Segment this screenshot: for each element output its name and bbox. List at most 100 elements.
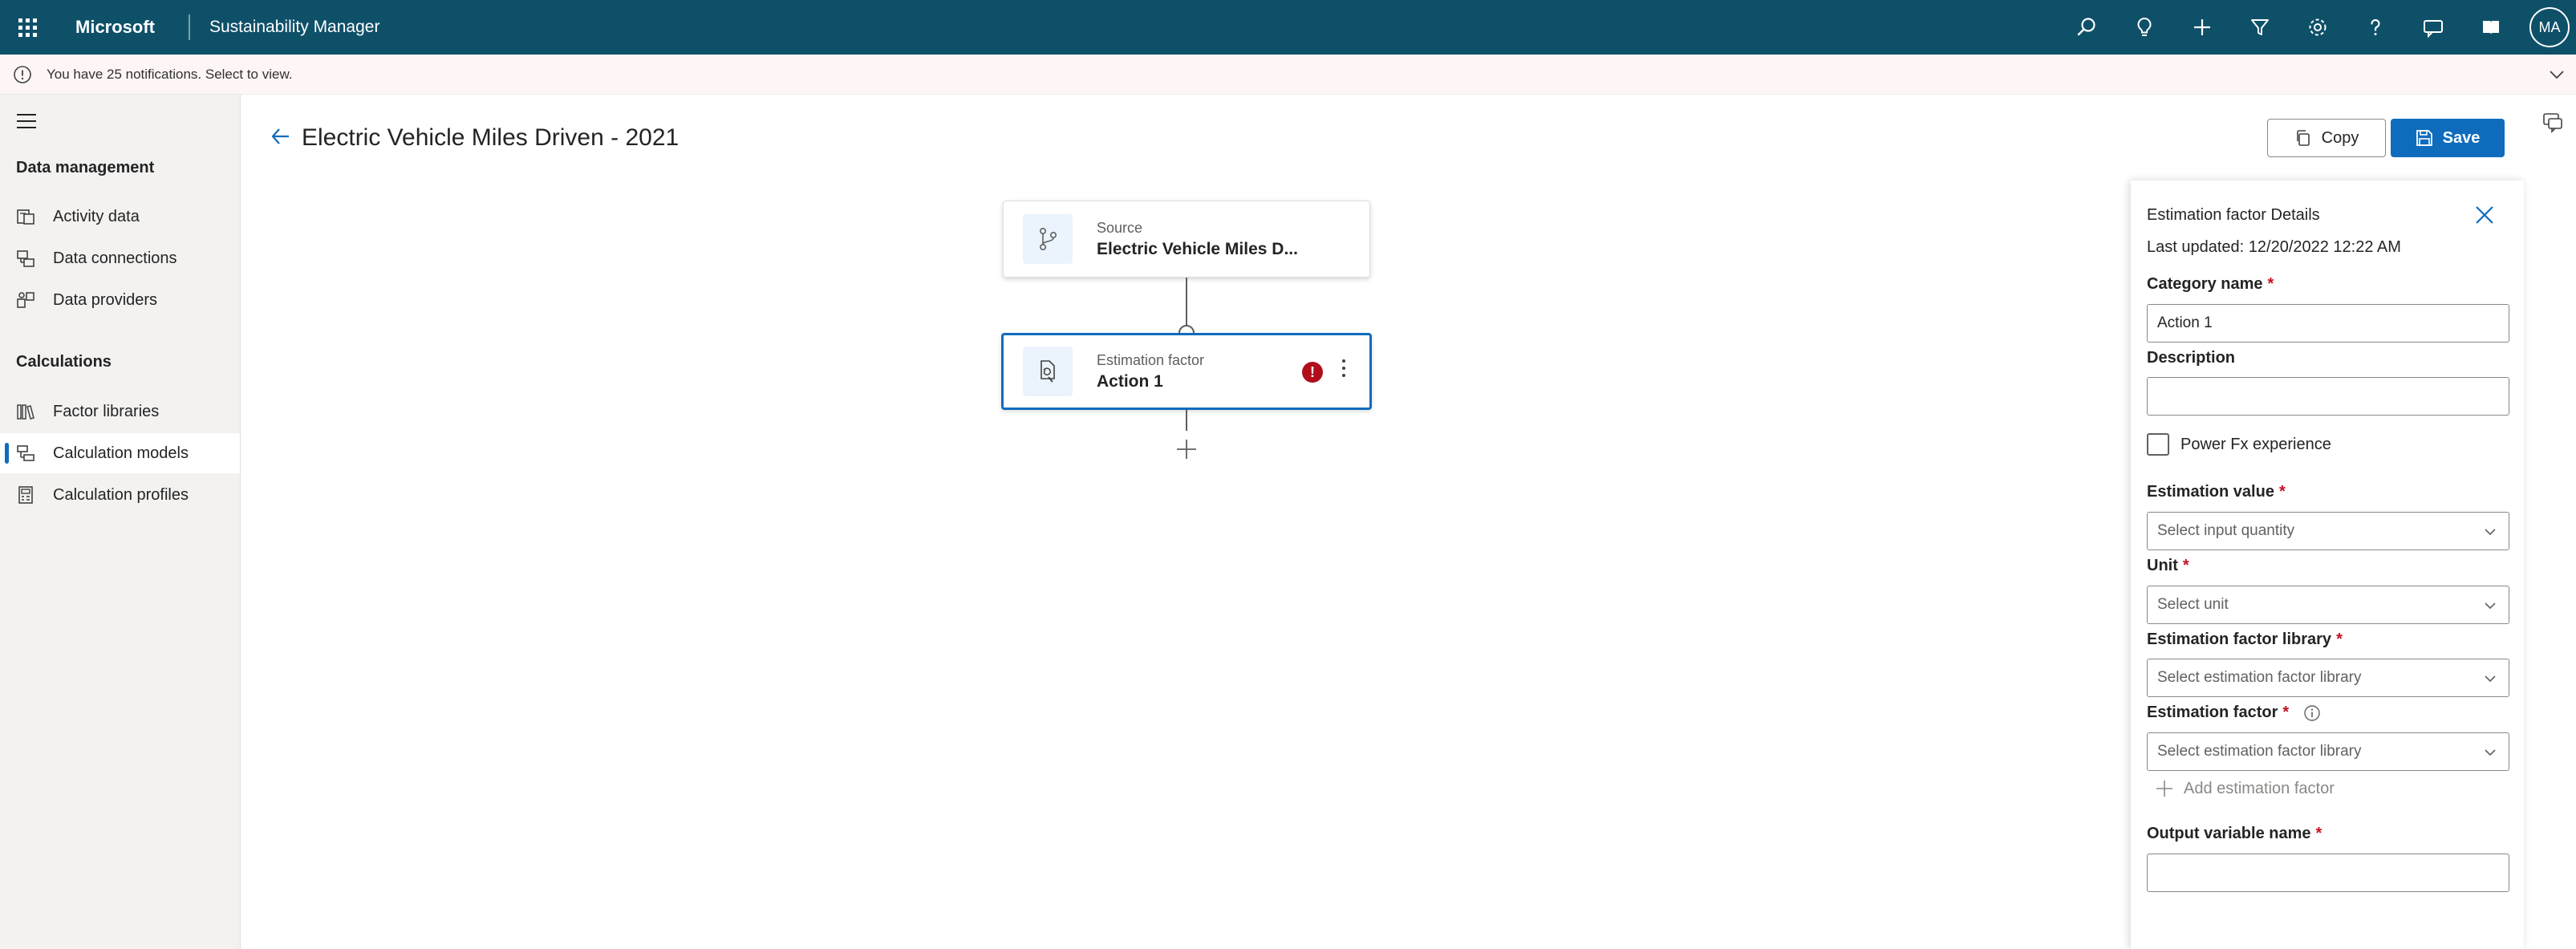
- info-icon[interactable]: [2303, 704, 2321, 722]
- sidebar-item-calculation-profiles[interactable]: Calculation profiles: [0, 475, 240, 515]
- back-arrow-icon[interactable]: [270, 125, 292, 152]
- chevron-down-icon: [2485, 675, 2496, 683]
- chevron-down-icon: [2485, 602, 2496, 610]
- app-launcher-button[interactable]: [0, 0, 55, 55]
- panel-title: Estimation factor Details: [2147, 206, 2320, 224]
- help-icon: [2371, 18, 2380, 35]
- calculation-profile-icon: [16, 485, 35, 505]
- error-icon: !: [1302, 362, 1323, 383]
- more-options-icon[interactable]: [1341, 359, 1347, 377]
- help-button[interactable]: [2347, 0, 2404, 55]
- app-name[interactable]: Sustainability Manager: [209, 18, 379, 37]
- category-name-label: Category name *: [2147, 275, 2274, 293]
- chat-icon: [2424, 20, 2443, 39]
- sidebar-item-calculation-models[interactable]: Calculation models: [0, 433, 240, 473]
- power-fx-checkbox[interactable]: [2147, 433, 2169, 456]
- chevron-down-icon: [2485, 529, 2496, 536]
- plus-icon: [2156, 781, 2172, 797]
- comments-icon[interactable]: [2542, 111, 2564, 137]
- plus-icon: [2194, 19, 2210, 35]
- source-branch-icon: [1023, 214, 1073, 264]
- copy-button[interactable]: Copy: [2267, 119, 2386, 157]
- info-icon: [13, 65, 32, 84]
- chevron-down-icon[interactable]: [2547, 65, 2566, 88]
- estimation-node-type: Estimation factor: [1097, 351, 1205, 368]
- waffle-icon: [18, 18, 37, 37]
- filter-button[interactable]: [2231, 0, 2289, 55]
- sidebar-item-label: Factor libraries: [53, 402, 160, 420]
- gear-icon: [2309, 18, 2327, 36]
- add-estimation-factor-label: Add estimation factor: [2184, 779, 2335, 797]
- page-title: Electric Vehicle Miles Driven - 2021: [302, 124, 679, 151]
- description-input[interactable]: [2147, 377, 2509, 416]
- filter-icon: [2251, 19, 2269, 35]
- source-node[interactable]: Source Electric Vehicle Miles D...: [1003, 201, 1370, 278]
- source-node-name: Electric Vehicle Miles D...: [1097, 239, 1298, 258]
- add-estimation-factor-button[interactable]: Add estimation factor: [2155, 779, 2335, 798]
- notification-bar[interactable]: You have 25 notifications. Select to vie…: [0, 55, 2576, 95]
- copy-button-label: Copy: [2321, 128, 2359, 147]
- insights-button[interactable]: [2116, 0, 2173, 55]
- settings-button[interactable]: [2289, 0, 2347, 55]
- lightbulb-icon: [2137, 17, 2152, 36]
- feedback-button[interactable]: [2404, 0, 2462, 55]
- flow-connector: [1186, 410, 1187, 431]
- search-icon: [2077, 18, 2095, 36]
- output-variable-label: Output variable name *: [2147, 825, 2322, 842]
- output-variable-input[interactable]: [2147, 854, 2509, 892]
- estimation-value-dropdown[interactable]: Select input quantity: [2147, 512, 2509, 550]
- sidebar-item-label: Calculation models: [53, 444, 189, 462]
- sidebar-heading-data-management: Data management: [16, 159, 155, 176]
- estimation-factor-label: Estimation factor *: [2147, 704, 2321, 722]
- notification-text[interactable]: You have 25 notifications. Select to vie…: [47, 67, 293, 83]
- estimation-factor-icon: [1023, 347, 1073, 396]
- last-updated-text: Last updated: 12/20/2022 12:22 AM: [2147, 238, 2401, 256]
- new-button[interactable]: [2173, 0, 2231, 55]
- source-node-type: Source: [1097, 219, 1143, 236]
- estimation-node-name: Action 1: [1097, 371, 1163, 391]
- save-icon: [2416, 130, 2432, 146]
- activity-data-icon: [16, 207, 35, 226]
- sidebar-item-data-connections[interactable]: Data connections: [0, 238, 240, 278]
- sidebar-item-factor-libraries[interactable]: Factor libraries: [0, 391, 240, 432]
- power-fx-row[interactable]: Power Fx experience: [2147, 433, 2331, 456]
- sidebar-item-label: Data connections: [53, 249, 177, 267]
- library-icon: [16, 402, 35, 421]
- description-label: Description: [2147, 349, 2236, 367]
- sidebar-item-label: Calculation profiles: [53, 485, 189, 504]
- close-icon[interactable]: [2474, 205, 2495, 229]
- category-name-input[interactable]: Action 1: [2147, 304, 2509, 343]
- calculation-model-icon: [16, 444, 35, 463]
- estimation-factor-node[interactable]: Estimation factor Action 1 !: [1001, 333, 1372, 410]
- copy-icon: [2296, 130, 2310, 146]
- top-bar: Microsoft Sustainability Manager MA: [0, 0, 2576, 55]
- learning-icon: [2483, 21, 2499, 34]
- chevron-down-icon: [2485, 749, 2496, 756]
- avatar[interactable]: MA: [2529, 7, 2570, 47]
- unit-label: Unit *: [2147, 557, 2189, 574]
- estimation-value-label: Estimation value *: [2147, 483, 2286, 501]
- unit-dropdown[interactable]: Select unit: [2147, 586, 2509, 624]
- estimation-factor-library-dropdown[interactable]: Select estimation factor library: [2147, 659, 2509, 697]
- save-button[interactable]: Save: [2391, 119, 2505, 157]
- add-step-icon[interactable]: [1174, 437, 1199, 465]
- learning-button[interactable]: [2462, 0, 2520, 55]
- topbar-actions: MA: [2058, 0, 2576, 55]
- search-button[interactable]: [2058, 0, 2116, 55]
- sidebar-heading-calculations: Calculations: [16, 353, 112, 371]
- flow-connector: [1186, 278, 1187, 326]
- estimation-factor-library-label: Estimation factor library *: [2147, 631, 2343, 648]
- data-providers-icon: [16, 290, 35, 310]
- estimation-factor-dropdown[interactable]: Select estimation factor library: [2147, 732, 2509, 771]
- sidebar-item-data-providers[interactable]: Data providers: [0, 280, 240, 320]
- sidebar-item-activity-data[interactable]: Activity data: [0, 197, 240, 237]
- power-fx-label: Power Fx experience: [2180, 435, 2331, 453]
- sidebar-item-label: Activity data: [53, 207, 140, 225]
- details-panel: Estimation factor Details Last updated: …: [2131, 180, 2524, 949]
- save-button-label: Save: [2442, 128, 2481, 147]
- brand-name[interactable]: Microsoft: [75, 17, 155, 38]
- sidebar-item-label: Data providers: [53, 290, 158, 309]
- sidebar: Data management Activity data Data conne…: [0, 95, 241, 949]
- hamburger-menu-icon[interactable]: [16, 112, 37, 134]
- topbar-divider: [189, 14, 190, 40]
